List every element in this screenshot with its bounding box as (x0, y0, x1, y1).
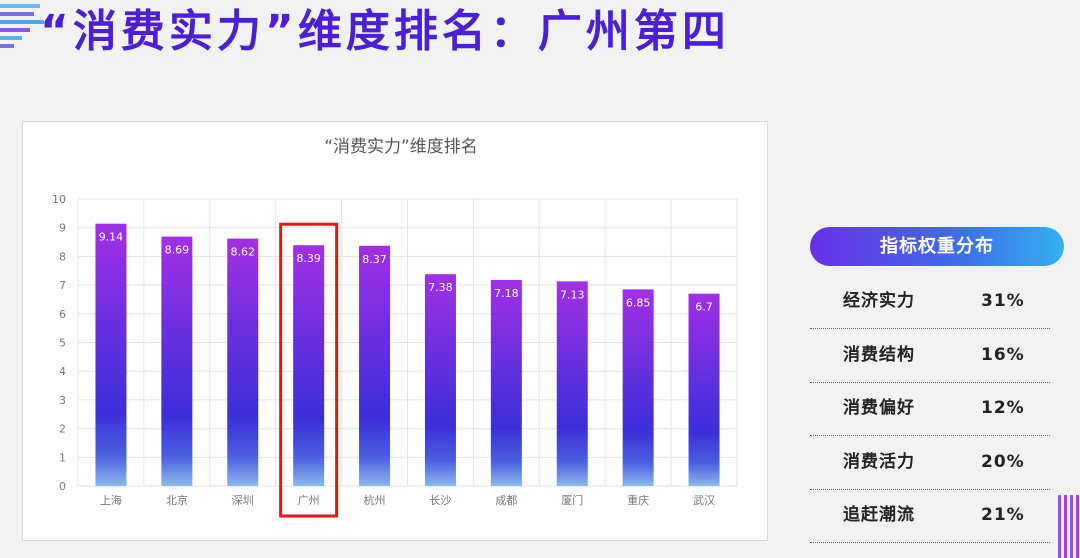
x-tick-label: 成都 (495, 494, 517, 507)
x-tick-label: 北京 (166, 493, 188, 507)
y-tick-label: 2 (59, 423, 66, 436)
bar-value-label: 8.39 (296, 252, 321, 265)
x-tick-label: 杭州 (364, 493, 386, 507)
x-tick-label: 广州 (298, 494, 320, 507)
y-axis: 0 1 2 3 4 5 6 7 8 9 10 (52, 193, 66, 493)
weight-row: 消费偏好 12% (810, 382, 1050, 436)
weight-row: 经济实力 31% (810, 275, 1050, 329)
y-tick-label: 10 (52, 193, 66, 206)
bar-value-label: 7.13 (560, 288, 585, 301)
x-tick-label: 长沙 (429, 494, 451, 507)
bar (161, 236, 193, 486)
decorative-bars (1058, 495, 1079, 558)
weight-value: 20% (981, 451, 1025, 472)
y-tick-label: 7 (59, 279, 66, 292)
bar-value-label: 6.85 (626, 296, 651, 309)
weight-name: 消费活力 (843, 451, 915, 472)
bar (424, 274, 456, 486)
weight-name: 经济实力 (843, 291, 915, 311)
bar-value-label: 6.7 (695, 301, 713, 314)
weight-name: 消费结构 (843, 344, 915, 365)
x-tick-label: 重庆 (627, 493, 649, 507)
x-tick-label: 上海 (100, 493, 122, 507)
weight-row: 追赶潮流 21% (810, 489, 1050, 543)
bar-value-label: 7.18 (494, 287, 518, 300)
bar (95, 223, 127, 486)
y-tick-label: 6 (59, 308, 66, 321)
page-title: “消费实力”维度排名：广州第四 (40, 6, 730, 57)
y-tick-label: 0 (59, 480, 66, 493)
bar (556, 281, 588, 486)
x-tick-label: 武汉 (693, 494, 715, 507)
bar (359, 245, 391, 486)
y-tick-label: 4 (59, 365, 66, 378)
x-tick-label: 厦门 (561, 493, 583, 507)
weight-value: 31% (981, 291, 1025, 311)
bar (688, 293, 720, 486)
weights-header: 指标权重分布 (810, 227, 1064, 266)
bar-value-label: 8.69 (165, 244, 190, 257)
y-tick-label: 9 (59, 222, 66, 235)
bar-chart: “消费实力”维度排名 0 1 2 3 4 5 6 7 8 9 10 9.14 8.69 8.62 8.39… (52, 137, 738, 518)
y-tick-label: 1 (59, 451, 66, 464)
weight-value: 21% (981, 505, 1025, 525)
weight-value: 16% (981, 344, 1025, 365)
weight-value: 12% (981, 398, 1025, 418)
weight-row: 消费活力 20% (810, 436, 1050, 490)
chart-card: “消费实力”维度排名 0 1 2 3 4 5 6 7 8 9 10 9.14 8.69 8.62 8.39… (22, 121, 768, 541)
weight-name: 追赶潮流 (843, 505, 915, 525)
bar-value-label: 9.14 (99, 231, 124, 244)
bar-value-label: 8.62 (231, 246, 256, 259)
chart-title: “消费实力”维度排名 (324, 137, 478, 157)
bar-value-label: 8.37 (362, 253, 387, 266)
bar (293, 245, 325, 486)
y-tick-label: 5 (59, 337, 66, 350)
weight-row: 消费结构 16% (810, 329, 1050, 383)
y-tick-label: 3 (59, 394, 66, 407)
y-tick-label: 8 (59, 250, 66, 263)
weight-name: 消费偏好 (843, 398, 915, 418)
bar (490, 279, 522, 486)
bar-value-label: 7.38 (428, 281, 453, 294)
bar (227, 238, 259, 486)
x-axis: 上海 北京 深圳 广州 杭州 长沙 成都 厦门 重庆 武汉 (100, 493, 715, 507)
bar (622, 289, 654, 486)
x-tick-label: 深圳 (232, 494, 254, 507)
